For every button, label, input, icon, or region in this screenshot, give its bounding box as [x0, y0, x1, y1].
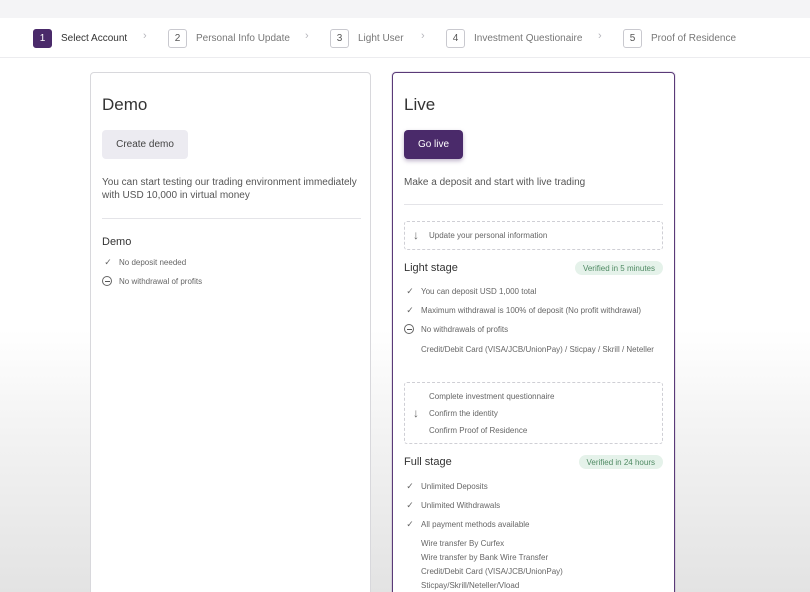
divider — [102, 218, 361, 219]
light-stage-payment-methods: Credit/Debit Card (VISA/JCB/UnionPay) / … — [421, 345, 654, 354]
demo-section-title: Demo — [102, 236, 132, 248]
list-item: ✓ All payment methods available — [404, 519, 530, 530]
step-investment-questionaire[interactable]: 4 Investment Questionaire — [446, 28, 582, 48]
verification-step: Confirm Proof of Residence — [429, 426, 528, 435]
create-demo-button[interactable]: Create demo — [102, 130, 188, 159]
verification-steps-box[interactable]: ↓ Complete investment questionnaire Conf… — [404, 382, 663, 444]
chevron-right-icon: › — [143, 30, 147, 42]
feature-text: Unlimited Withdrawals — [421, 501, 501, 510]
step-proof-of-residence[interactable]: 5 Proof of Residence — [623, 28, 736, 48]
check-icon: ✓ — [406, 286, 414, 296]
list-item: ✓ No deposit needed — [102, 257, 186, 268]
update-info-text: Update your personal information — [429, 231, 548, 240]
demo-title: Demo — [102, 95, 148, 114]
list-item: ✓ You can deposit USD 1,000 total — [404, 286, 536, 297]
step-number: 4 — [446, 28, 465, 48]
divider — [404, 204, 663, 205]
full-stage-title: Full stage — [404, 456, 452, 468]
go-live-button[interactable]: Go live — [404, 130, 463, 159]
step-label: Select Account — [61, 32, 128, 44]
payment-method: Credit/Debit Card (VISA/JCB/UnionPay) — [421, 567, 563, 576]
status-badge: Verified in 5 minutes — [574, 261, 663, 275]
feature-text: No withdrawal of profits — [119, 276, 203, 286]
list-item: - No withdrawal of profits — [102, 276, 202, 286]
verification-step: Complete investment questionnaire — [429, 392, 555, 401]
light-stage-title: Light stage — [404, 262, 458, 274]
demo-description-line: You can start testing our trading enviro… — [102, 177, 357, 188]
step-number: 1 — [33, 28, 52, 48]
chevron-right-icon: › — [421, 30, 425, 42]
feature-text: All payment methods available — [421, 520, 530, 529]
step-select-account[interactable]: 1 Select Account — [33, 28, 127, 48]
step-number: 3 — [330, 28, 349, 48]
arrow-down-icon: ↓ — [413, 406, 419, 420]
feature-text: No withdrawals of profits — [421, 324, 509, 334]
check-icon: ✓ — [406, 481, 414, 491]
payment-method: Wire transfer by Bank Wire Transfer — [421, 553, 549, 562]
verification-step: Confirm the identity — [429, 409, 498, 418]
chevron-right-icon: › — [305, 30, 309, 42]
minus-circle-icon: - — [404, 324, 414, 334]
step-label: Personal Info Update — [196, 32, 290, 44]
list-item: ✓ Unlimited Withdrawals — [404, 500, 500, 511]
step-light-user[interactable]: 3 Light User — [330, 28, 404, 48]
check-icon: ✓ — [406, 500, 414, 510]
list-item: ✓ Maximum withdrawal is 100% of deposit … — [404, 305, 641, 316]
feature-text: Maximum withdrawal is 100% of deposit (N… — [421, 306, 642, 315]
live-description: Make a deposit and start with live tradi… — [404, 177, 586, 188]
check-icon: ✓ — [406, 305, 414, 315]
check-icon: ✓ — [104, 257, 112, 267]
arrow-down-icon: ↓ — [413, 228, 419, 242]
feature-text: No deposit needed — [119, 258, 187, 267]
live-account-card[interactable]: Live Go live Make a deposit and start wi… — [392, 72, 675, 592]
list-item: - No withdrawals of profits — [404, 324, 508, 334]
step-number: 5 — [623, 28, 642, 48]
demo-description: You can start testing our trading enviro… — [102, 176, 357, 202]
payment-method: Wire transfer By Curfex — [421, 539, 505, 548]
minus-circle-icon: - — [102, 276, 112, 286]
feature-text: Unlimited Deposits — [421, 482, 488, 491]
stepper: 1 Select Account › 2 Personal Info Updat… — [0, 18, 810, 58]
update-info-box[interactable]: ↓ Update your personal information — [404, 221, 663, 250]
demo-account-card[interactable]: Demo Create demo You can start testing o… — [90, 72, 371, 592]
step-personal-info[interactable]: 2 Personal Info Update — [168, 28, 290, 48]
chevron-right-icon: › — [598, 30, 602, 42]
step-label: Light User — [358, 32, 404, 44]
top-bar — [0, 0, 810, 18]
check-icon: ✓ — [406, 519, 414, 529]
step-number: 2 — [168, 28, 187, 48]
feature-text: You can deposit USD 1,000 total — [421, 287, 537, 296]
live-title: Live — [404, 95, 436, 114]
demo-description-line: with USD 10,000 in virtual money — [102, 190, 250, 201]
payment-method: Sticpay/Skrill/Neteller/Vload — [421, 581, 520, 590]
step-label: Investment Questionaire — [474, 32, 583, 44]
list-item: ✓ Unlimited Deposits — [404, 481, 488, 492]
status-badge: Verified in 24 hours — [578, 455, 663, 469]
step-label: Proof of Residence — [651, 32, 737, 44]
